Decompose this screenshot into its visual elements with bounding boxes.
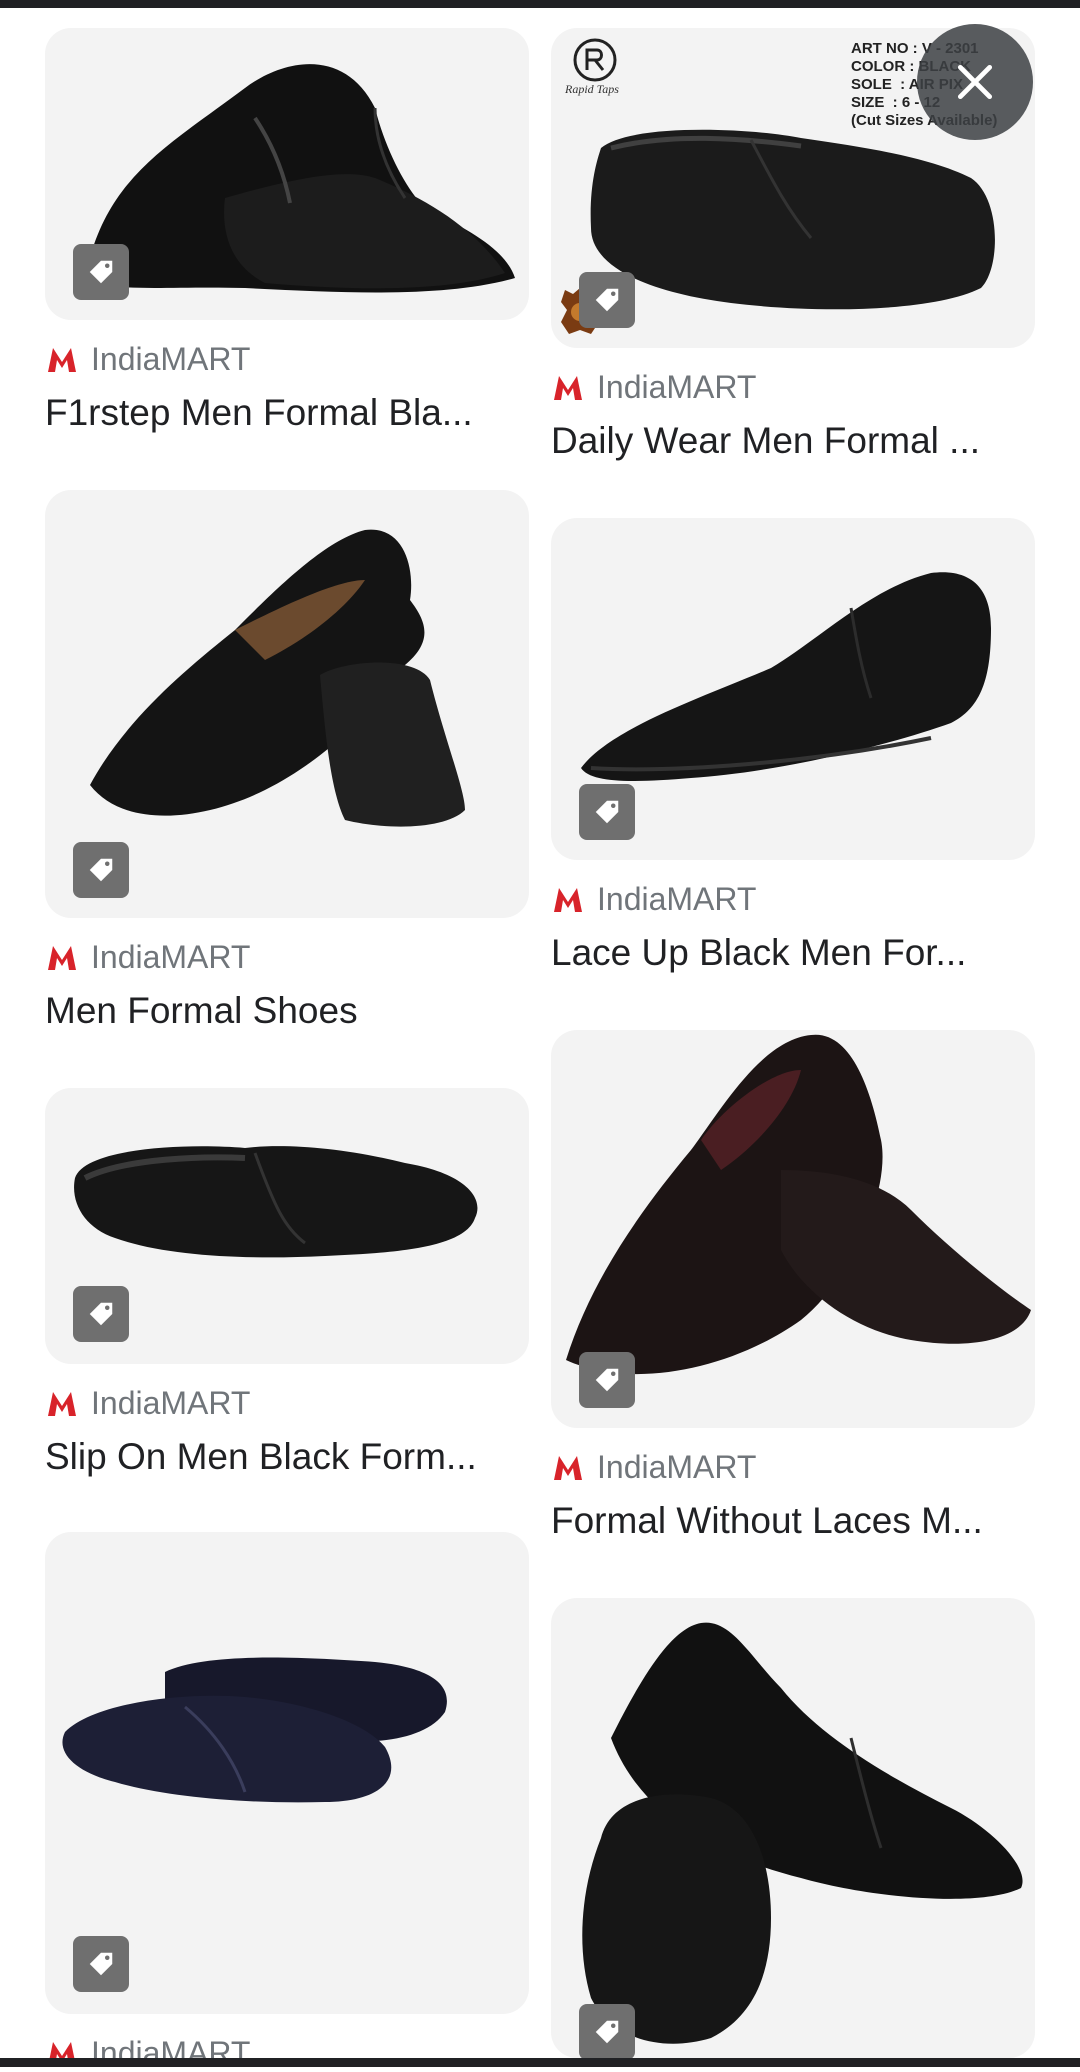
source-label: IndiaMART (597, 1448, 757, 1485)
result-title[interactable]: Men Formal Shoes (45, 988, 529, 1034)
indiamart-logo (554, 888, 582, 912)
result-title[interactable]: Formal Without Laces M... (551, 1498, 1035, 1544)
result-card-4[interactable]: IndiaMART Lace Up Black Men For... (551, 518, 1035, 976)
tag-icon (73, 244, 129, 300)
result-source: IndiaMART (45, 938, 529, 976)
source-label: IndiaMART (597, 368, 757, 405)
result-title[interactable]: Lace Up Black Men For... (551, 930, 1035, 976)
indiamart-logo (48, 946, 76, 970)
close-icon (957, 64, 993, 100)
nav-bar-edge (0, 2058, 1080, 2067)
result-image[interactable] (45, 28, 529, 320)
result-image[interactable] (551, 1598, 1035, 2058)
result-image[interactable] (45, 1532, 529, 2014)
source-label: IndiaMART (597, 880, 757, 917)
result-card-5[interactable]: IndiaMART Slip On Men Black Form... (45, 1088, 529, 1480)
result-card-3[interactable]: IndiaMART Men Formal Shoes (45, 490, 529, 1034)
result-source: IndiaMART (45, 1384, 529, 1422)
close-button[interactable] (917, 24, 1033, 140)
tag-icon (579, 2004, 635, 2058)
tag-icon (73, 1286, 129, 1342)
indiamart-logo (554, 1456, 582, 1480)
shoe-image (582, 1622, 1023, 2044)
result-card-6[interactable]: IndiaMART Formal Without Laces M... (551, 1030, 1035, 1544)
result-source: IndiaMART (551, 880, 1035, 918)
tag-icon (73, 1936, 129, 1992)
brand-name: Rapid Taps (565, 82, 619, 96)
status-bar-edge (0, 0, 1080, 8)
result-card-1[interactable]: IndiaMART F1rstep Men Formal Bla... (45, 28, 529, 436)
tag-icon (579, 784, 635, 840)
result-source: IndiaMART (551, 1448, 1035, 1486)
result-image[interactable] (45, 490, 529, 918)
indiamart-logo (48, 348, 76, 372)
result-source: IndiaMART (45, 340, 529, 378)
result-image[interactable] (45, 1088, 529, 1364)
result-title[interactable]: Daily Wear Men Formal ... (551, 418, 1035, 464)
brand-logo (573, 38, 617, 82)
source-label: IndiaMART (91, 1384, 251, 1421)
tag-icon (579, 272, 635, 328)
result-card-8[interactable] (551, 1598, 1035, 2058)
tag-icon (579, 1352, 635, 1408)
result-image[interactable] (551, 518, 1035, 860)
indiamart-logo (554, 376, 582, 400)
result-card-7[interactable]: IndiaMART (45, 1532, 529, 2072)
result-title[interactable]: F1rstep Men Formal Bla... (45, 390, 529, 436)
result-image[interactable] (551, 1030, 1035, 1428)
result-title[interactable]: Slip On Men Black Form... (45, 1434, 529, 1480)
indiamart-logo (48, 1392, 76, 1416)
result-source: IndiaMART (551, 368, 1035, 406)
source-label: IndiaMART (91, 340, 251, 377)
tag-icon (73, 842, 129, 898)
source-label: IndiaMART (91, 938, 251, 975)
